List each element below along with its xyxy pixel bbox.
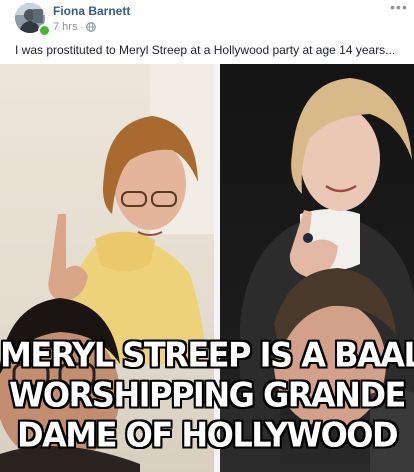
- meme-line-1: MERYL STREEP IS A BAAL: [0, 335, 414, 376]
- online-status-dot: [38, 24, 51, 37]
- more-options-icon[interactable]: •••: [390, 0, 408, 14]
- post-meta: 7 hrs ·: [53, 21, 97, 33]
- post-caption: I was prostituted to Meryl Streep at a H…: [15, 43, 396, 57]
- meme-caption: MERYL STREEP IS A BAAL WORSHIPPING GRAND…: [0, 335, 414, 455]
- meme-line-3: DAME OF HOLLYWOOD: [16, 414, 399, 455]
- author-name[interactable]: Fiona Barnett: [53, 4, 130, 18]
- post-image[interactable]: MERYL STREEP IS A BAAL WORSHIPPING GRAND…: [0, 64, 414, 472]
- meta-separator: ·: [80, 22, 84, 32]
- post-timestamp[interactable]: 7 hrs: [53, 21, 77, 33]
- meme-line-2: WORSHIPPING GRANDE: [9, 375, 406, 415]
- facebook-post: Fiona Barnett 7 hrs · ••• I was prostitu…: [0, 0, 414, 472]
- globe-icon[interactable]: [86, 22, 97, 32]
